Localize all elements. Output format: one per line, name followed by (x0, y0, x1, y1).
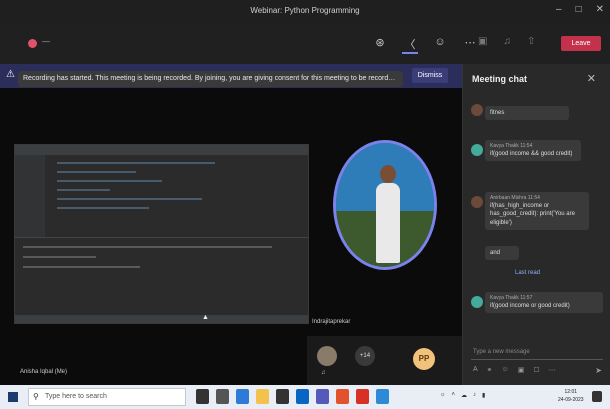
chat-time: 11:54 (520, 143, 533, 149)
more-icon[interactable]: ⋯ (462, 36, 478, 54)
speaker-body (376, 183, 400, 263)
chat-avatar (471, 144, 483, 156)
ide-toolbar (15, 145, 308, 155)
meeting-toolbar: — ⊛ 〈 ☺ ⋯ ▣ ♫ ⇧ Leave (0, 24, 610, 64)
ide-terminal (15, 237, 308, 315)
reactions-icon[interactable]: ☺ (432, 36, 448, 54)
mouse-cursor-icon: ▲ (202, 314, 209, 321)
chat-message: Anirbaan Mishra 11:54 if(has_high_income… (485, 192, 589, 231)
format-icon[interactable]: A (473, 366, 478, 374)
warning-icon: ⚠ (6, 69, 15, 80)
gif-icon[interactable]: ▣ (518, 366, 525, 374)
people-icon[interactable]: ⊛ (372, 36, 388, 54)
self-name-label: Anisha Iqbal (Me) (20, 369, 68, 375)
chat-avatar (471, 296, 483, 308)
windows-taskbar: ⚲ Type here to search ☼ ˄ ☁ ♪ ▮ 12:01 24… (0, 385, 610, 409)
chat-avatar (471, 104, 483, 116)
ide-project-panel (15, 155, 45, 237)
app-icon[interactable] (376, 389, 389, 404)
meeting-chat-panel: Meeting chat ✕ fitnes Kavya Thakk 11:54 … (462, 64, 610, 385)
window-controls: – □ ✕ (556, 4, 604, 15)
last-read-marker: Last read (515, 270, 541, 276)
more-participants-button[interactable]: +14 (355, 346, 375, 366)
window-titlebar: Webinar: Python Programming – □ ✕ (0, 0, 610, 24)
chat-time: 11:57 (520, 295, 533, 301)
chat-author: Kavya Thakk (490, 295, 519, 301)
chat-author: Kavya Thakk (490, 143, 519, 149)
chat-message: Kavya Thakk 11:57 if(good income or good… (485, 292, 603, 314)
weather-icon[interactable]: ☼ (440, 392, 446, 399)
notification-icon[interactable] (592, 391, 602, 402)
taskbar-apps (196, 389, 389, 404)
volume-icon[interactable]: ♪ (473, 392, 476, 399)
taskbar-clock[interactable]: 12:01 24-09-2023 (558, 388, 584, 404)
recording-message: Recording has started. This meeting is b… (18, 71, 403, 87)
ide-statusbar (15, 315, 308, 323)
chat-author: Anirbaan Mishra (490, 195, 527, 201)
recording-indicator-icon (28, 39, 37, 48)
participant-avatar[interactable] (317, 346, 337, 366)
screen-share (14, 144, 309, 324)
participant-initials-avatar[interactable]: PP (413, 348, 435, 370)
more-options-icon[interactable]: ⋯ (549, 366, 556, 374)
search-icon: ⚲ (33, 392, 39, 401)
teams-icon[interactable] (316, 389, 329, 404)
tray-arrow-icon[interactable]: ˄ (452, 392, 456, 399)
maximize-button[interactable]: □ (576, 4, 582, 15)
search-placeholder: Type here to search (45, 393, 107, 400)
speaker-head (380, 165, 396, 183)
recording-banner: ⚠ Recording has started. This meeting is… (0, 64, 462, 88)
battery-icon[interactable]: ▮ (482, 392, 485, 399)
network-icon[interactable]: ☁ (461, 392, 467, 399)
chat-time: 11:54 (527, 195, 540, 201)
leave-button[interactable]: Leave (561, 36, 601, 51)
ide-code-editor (45, 155, 308, 237)
store-icon[interactable] (276, 389, 289, 404)
clock-time: 12:01 (564, 389, 578, 395)
file-explorer-icon[interactable] (256, 389, 269, 404)
office-icon[interactable] (336, 389, 349, 404)
mic-off-icon: ♫ (321, 370, 326, 376)
share-icon[interactable]: ⇧ (527, 36, 535, 47)
clock-date: 24-09-2023 (558, 397, 584, 403)
compose-toolbar: A ⚭ ☺ ▣ ☐ ⋯ (473, 366, 556, 374)
active-speaker-video[interactable] (333, 140, 437, 270)
mail-icon[interactable] (296, 389, 309, 404)
attach-icon[interactable]: ⚭ (487, 366, 493, 374)
task-view-icon[interactable] (196, 389, 209, 404)
close-button[interactable]: ✕ (596, 4, 604, 15)
system-tray: ☼ ˄ ☁ ♪ ▮ (440, 392, 485, 399)
windows-start-icon[interactable] (8, 392, 18, 402)
window-title: Webinar: Python Programming (250, 6, 360, 15)
participants-strip: ♫ +14 PP (307, 336, 462, 385)
chat-text: if(has_high_income or has_good_credit): … (490, 203, 575, 226)
chat-icon[interactable]: 〈 (402, 36, 418, 54)
widget-icon[interactable] (216, 389, 229, 404)
chat-compose-input[interactable]: Type a new message (471, 346, 603, 360)
chat-title: Meeting chat (472, 74, 528, 84)
minimize-button[interactable]: – (556, 4, 562, 15)
sticker-icon[interactable]: ☐ (533, 366, 539, 374)
presenter-label: Indrajitaprekar (312, 319, 351, 325)
taskbar-search[interactable]: ⚲ Type here to search (28, 388, 186, 406)
device-controls: ▣ ♫ ⇧ (478, 36, 535, 47)
send-icon[interactable]: ➤ (595, 366, 602, 375)
chat-message: fitnes (485, 106, 569, 121)
edge-icon[interactable] (236, 389, 249, 404)
chat-message: and (485, 246, 519, 261)
emoji-icon[interactable]: ☺ (502, 366, 509, 374)
chrome-icon[interactable] (356, 389, 369, 404)
chat-text: if(good income or good credit) (490, 303, 570, 309)
meeting-actions: ⊛ 〈 ☺ ⋯ (372, 36, 478, 54)
close-icon[interactable]: ✕ (587, 72, 596, 85)
chat-text: if(good income && good credit) (490, 151, 573, 157)
chat-message: Kavya Thakk 11:54 if(good income && good… (485, 140, 581, 162)
mic-icon[interactable]: ♫ (503, 36, 511, 47)
chat-avatar (471, 196, 483, 208)
dismiss-button[interactable]: Dismiss (412, 68, 448, 83)
meeting-timer: — (42, 37, 50, 46)
camera-icon[interactable]: ▣ (478, 36, 487, 47)
